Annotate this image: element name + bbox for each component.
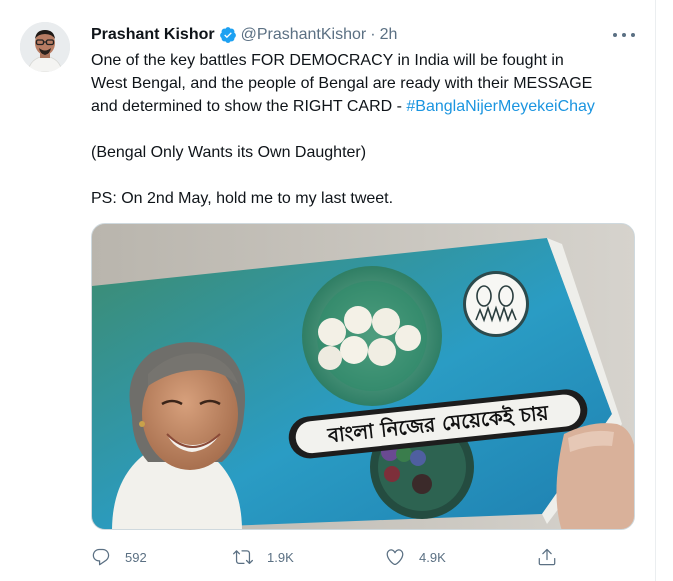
timeline-divider: [655, 0, 656, 581]
tweet-text-line: and determined to show the RIGHT CARD - …: [91, 95, 646, 118]
tweet-text: One of the key battles FOR DEMOCRACY in …: [91, 49, 646, 210]
separator-dot: ·: [370, 26, 376, 43]
tweet-actions: 592 1.9K 4.9K: [91, 542, 571, 572]
tweet-postscript: PS: On 2nd May, hold me to my last tweet…: [91, 190, 394, 207]
hashtag-link[interactable]: #BanglaNijerMeyekeiChay: [406, 98, 595, 115]
like-icon: [386, 549, 404, 566]
verified-badge-icon: [219, 26, 237, 44]
retweet-count: 1.9K: [267, 549, 294, 565]
reply-button[interactable]: 592: [91, 542, 147, 572]
tweet-text-line: One of the key battles FOR DEMOCRACY in …: [91, 52, 564, 69]
avatar[interactable]: [20, 22, 70, 72]
like-count: 4.9K: [419, 549, 446, 565]
tweet-text-segment: and determined to show the RIGHT CARD -: [91, 98, 407, 115]
share-icon: [538, 548, 556, 566]
like-button[interactable]: 4.9K: [385, 542, 446, 572]
tweet-text-line: West Bengal, and the people of Bengal ar…: [91, 75, 593, 92]
timestamp[interactable]: 2h: [380, 26, 398, 44]
user-handle[interactable]: @PrashantKishor: [241, 26, 367, 44]
share-button[interactable]: [537, 542, 557, 572]
tweet-header: Prashant Kishor @PrashantKishor · 2h: [91, 24, 397, 46]
media-image: বাংলা নিজের মেয়েকেই চায়: [92, 224, 634, 529]
more-options-icon[interactable]: [613, 26, 635, 44]
display-name[interactable]: Prashant Kishor: [91, 26, 215, 44]
tweet-media[interactable]: বাংলা নিজের মেয়েকেই চায়: [91, 223, 635, 530]
retweet-icon: [233, 550, 253, 565]
retweet-button[interactable]: 1.9K: [233, 542, 294, 572]
tweet-translation: (Bengal Only Wants its Own Daughter): [91, 144, 367, 161]
reply-icon: [92, 548, 110, 566]
avatar-image: [20, 22, 70, 72]
reply-count: 592: [125, 549, 147, 565]
